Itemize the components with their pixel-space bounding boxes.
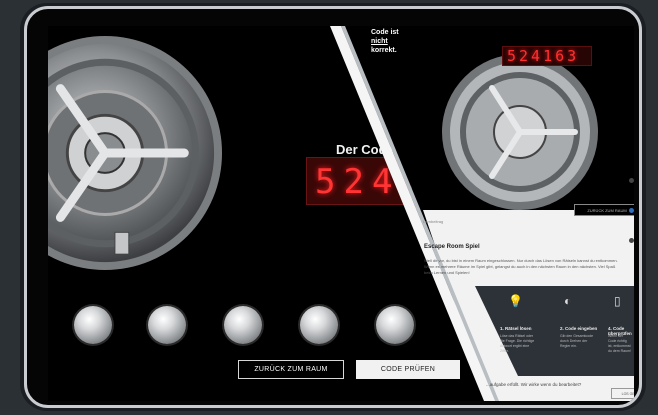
dial-knob-3[interactable] [224,306,262,344]
dial-knob-1[interactable] [74,306,112,344]
side-indicator [629,178,634,183]
side-indicator-2 [629,238,634,243]
panel-title: Escape Room Spiel [424,244,480,250]
error-line-3: korrekt. [371,47,397,54]
panel-footer-note: ...aufgabe erfüllt. Wir wirke wenn du be… [486,382,582,387]
error-message: Code ist nicht korrekt. [371,28,399,55]
step-1-title: 1. Rätsel lösen [500,326,532,331]
dial-knob-4[interactable] [300,306,338,344]
error-line-1: Code ist [371,29,399,36]
step-2-title: 2. Code eingeben [560,326,598,331]
tablet-bezel: Der Code 524 ZURÜCK ZUM RAUM CODE PRÜFEN… [24,6,642,408]
mini-back-button[interactable]: ZURÜCK ZUM RAUM [574,204,634,216]
start-button[interactable]: LOS GEHT'S [611,388,634,399]
panel-description: Stell dir vor, du bist in einem Raum ein… [424,258,618,275]
step-2-text: Gib den Gesamtcode durch Drehen der Regl… [560,334,594,348]
dial-knob-5[interactable] [376,306,414,344]
dial-knob-2[interactable] [148,306,186,344]
dial-icon: ◐ [564,294,572,308]
step-1-text: Löse das Rätsel oder die Frage. Die rich… [500,334,535,353]
panel-header: Lernbeitrag [423,219,444,224]
code-display-digits: 524 [315,162,401,202]
app-screen: Der Code 524 ZURÜCK ZUM RAUM CODE PRÜFEN… [48,26,634,401]
vault-door-thumbnail [442,54,598,210]
door-icon: ▯ [614,294,621,308]
mini-code-display: 524163 [502,46,592,66]
check-code-button[interactable]: CODE PRÜFEN [356,360,460,379]
error-line-2: nicht [371,38,388,45]
back-to-room-button[interactable]: ZURÜCK ZUM RAUM [238,360,344,379]
mini-code-digits: 524163 [507,47,580,65]
step-3-text: Wenn der Code richtig ist, entkommst du … [608,334,631,353]
lightbulb-icon: 💡 [508,294,523,308]
vault-door-illustration [48,36,222,270]
side-indicator-active [629,208,634,213]
